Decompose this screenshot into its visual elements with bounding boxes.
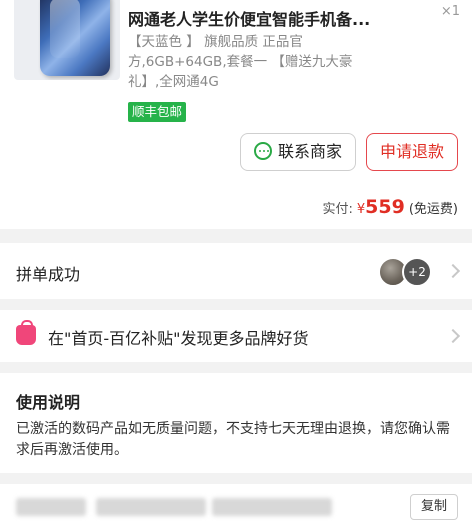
phone-image: [40, 0, 110, 76]
copy-button[interactable]: 复制: [410, 494, 458, 520]
spec-line: 方,6GB+64GB,套餐一 【赠送九大豪: [128, 54, 353, 70]
product-card: 网通老人学生价便宜智能手机备... ×1 【天蓝色 】 旗舰品质 正品官 方,6…: [0, 0, 472, 229]
chevron-right-icon: [445, 328, 461, 344]
usage-instructions: 使用说明 已激活的数码产品如无质量问题，不支持七天无理由退换，请您确认需求后再激…: [0, 373, 472, 473]
refund-label: 申请退款: [379, 142, 444, 161]
blurred-text: [16, 498, 86, 516]
currency-symbol: ¥: [356, 202, 366, 217]
avatar-more-count: +2: [402, 257, 432, 287]
promo-row[interactable]: 在"首页-百亿补贴"发现更多品牌好货: [0, 310, 472, 362]
refund-button[interactable]: 申请退款: [366, 133, 458, 171]
shipping-badge: 顺丰包邮: [128, 102, 187, 122]
participant-avatars: +2: [378, 257, 440, 287]
blurred-text: [96, 498, 206, 516]
paid-value: 559: [365, 196, 405, 218]
shopping-bag-icon: [16, 320, 36, 345]
spec-line: 【天蓝色 】 旗舰品质 正品官: [128, 34, 303, 50]
chat-icon: [253, 142, 272, 160]
promo-text: 在"首页-百亿补贴"发现更多品牌好货: [48, 329, 309, 348]
usage-text: 已激活的数码产品如无质量问题，不支持七天无理由退换，请您确认需求后再激活使用。: [16, 421, 450, 458]
contact-seller-button[interactable]: 联系商家: [240, 133, 356, 171]
paid-amount: 实付: ¥559 (免运费): [323, 196, 459, 218]
shipping-note: (免运费): [408, 202, 458, 217]
spec-line: 礼】,全网通4G: [128, 74, 219, 90]
group-buy-row[interactable]: 拼单成功 +2: [0, 243, 472, 299]
group-buy-label: 拼单成功: [16, 265, 81, 284]
contact-seller-label: 联系商家: [277, 142, 342, 161]
product-quantity: ×1: [440, 4, 460, 19]
chevron-right-icon: [445, 263, 461, 279]
product-image[interactable]: [14, 0, 120, 80]
blurred-text: [212, 498, 332, 516]
product-spec: 【天蓝色 】 旗舰品质 正品官 方,6GB+64GB,套餐一 【赠送九大豪 礼】…: [128, 32, 390, 92]
product-title[interactable]: 网通老人学生价便宜智能手机备...: [128, 6, 408, 30]
paid-label: 实付:: [322, 202, 353, 217]
order-number-row: 复制: [0, 484, 472, 529]
usage-title: 使用说明: [16, 393, 81, 412]
